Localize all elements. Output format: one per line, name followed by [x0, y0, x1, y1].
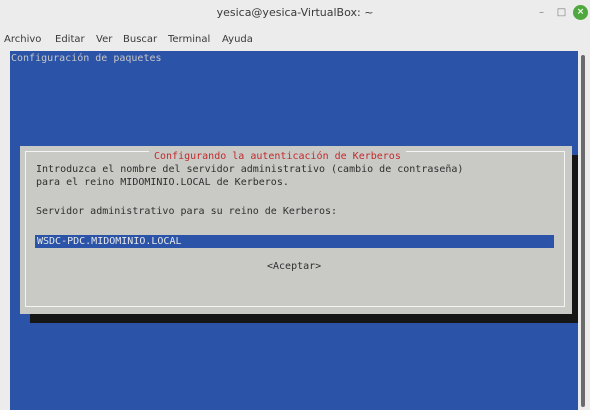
menu-ayuda[interactable]: Ayuda [222, 34, 253, 45]
dialog-frame: Configurando la autenticación de Kerbero… [25, 151, 565, 307]
terminal-area[interactable]: Configuración de paquetes Configurando l… [10, 51, 578, 410]
menu-terminal[interactable]: Terminal [168, 34, 210, 45]
close-button[interactable]: × [573, 5, 588, 20]
dialog-title: Configurando la autenticación de Kerbero… [149, 151, 406, 162]
menu-editar[interactable]: Editar [55, 34, 85, 45]
dialog-description-line-2: para el reino MIDOMINIO.LOCAL de Kerbero… [36, 177, 289, 188]
maximize-button[interactable]: □ [554, 5, 569, 20]
title-bar[interactable]: yesica@yesica-VirtualBox: ~ – □ × [0, 0, 590, 26]
terminal-scrollbar[interactable] [578, 51, 590, 410]
terminal-window: yesica@yesica-VirtualBox: ~ – □ × Archiv… [0, 0, 590, 410]
minimize-button[interactable]: – [534, 5, 549, 20]
package-config-header: Configuración de paquetes [11, 53, 162, 64]
menu-archivo[interactable]: Archivo [4, 34, 41, 45]
admin-server-prompt: Servidor administrativo para su reino de… [36, 206, 338, 217]
kerberos-dialog: Configurando la autenticación de Kerbero… [20, 146, 572, 314]
scrollbar-thumb[interactable] [581, 55, 585, 407]
admin-server-input[interactable]: WSDC-PDC.MIDOMINIO.LOCAL [35, 235, 554, 248]
dialog-description-line-1: Introduzca el nombre del servidor admini… [36, 164, 464, 175]
menu-bar: Archivo Editar Ver Buscar Terminal Ayuda [0, 29, 590, 49]
window-title: yesica@yesica-VirtualBox: ~ [216, 6, 374, 19]
menu-buscar[interactable]: Buscar [123, 34, 157, 45]
accept-button[interactable]: <Aceptar> [267, 261, 321, 272]
menu-ver[interactable]: Ver [96, 34, 112, 45]
